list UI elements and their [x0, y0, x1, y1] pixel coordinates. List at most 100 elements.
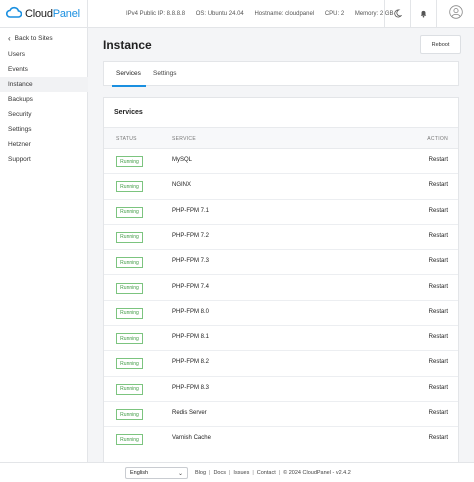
restart-button[interactable]: Restart [429, 435, 448, 441]
sidebar-item-instance[interactable]: Instance [0, 77, 88, 92]
logo-text-panel: Panel [52, 8, 80, 20]
status-badge: Running [116, 282, 143, 294]
page-title: Instance [103, 38, 152, 52]
bell-icon [419, 5, 428, 23]
footer: English ⌄ Blog | Docs | Issues | Contact | © 202… [0, 462, 474, 482]
service-name: PHP-FPM 8.1 [172, 334, 210, 341]
language-select-value: English [130, 470, 149, 476]
column-header-action: ACTION [427, 136, 448, 142]
cloudpanel-logo[interactable]: CloudPanel [6, 5, 80, 23]
status-badge: Running [116, 231, 143, 243]
sidebar-item-label: Events [8, 66, 28, 73]
service-name: Redis Server [172, 410, 207, 416]
restart-button[interactable]: Restart [429, 258, 448, 264]
tab-services[interactable]: Services [116, 70, 141, 77]
reboot-button[interactable]: Reboot [420, 35, 461, 54]
services-table-header: STATUS SERVICE ACTION [104, 127, 458, 149]
service-name: NGINX [172, 182, 192, 189]
service-name: PHP-FPM 8.3 [172, 384, 210, 391]
sidebar-item-events[interactable]: Events [0, 62, 88, 77]
language-select[interactable]: English ⌄ [125, 467, 188, 479]
restart-button[interactable]: Restart [429, 410, 448, 416]
avatar [448, 4, 463, 24]
restart-button[interactable]: Restart [429, 385, 448, 391]
logo-text: CloudPanel [25, 8, 80, 20]
table-row: Running PHP-FPM 7.2 Restart [104, 225, 458, 251]
status-badge: Running [116, 358, 143, 370]
sidebar-item-support[interactable]: Support [0, 152, 88, 167]
restart-button[interactable]: Restart [429, 334, 448, 340]
top-bar: CloudPanel IPv4 Public IP: 8.8.8.8 OS: U… [0, 0, 474, 28]
table-row: Running PHP-FPM 8.2 Restart [104, 351, 458, 377]
service-name: PHP-FPM 7.4 [172, 283, 210, 290]
service-name: PHP-FPM 7.3 [172, 258, 210, 265]
chevron-left-icon: ‹ [8, 34, 11, 43]
status-badge: Running [116, 206, 143, 218]
hostname-info: Hostname: cloudpanel [254, 11, 315, 17]
footer-link-blog[interactable]: Blog [195, 470, 206, 476]
sidebar-item-security[interactable]: Security [0, 107, 88, 122]
sidebar-item-label: Security [8, 111, 32, 118]
user-menu[interactable] [436, 0, 474, 28]
table-row: Running PHP-FPM 7.1 Restart [104, 200, 458, 225]
restart-button[interactable]: Restart [429, 359, 448, 365]
status-badge: Running [116, 307, 143, 319]
column-header-service: SERVICE [172, 136, 196, 142]
service-name: PHP-FPM 8.2 [172, 359, 210, 366]
status-badge: Running [116, 257, 143, 269]
restart-button[interactable]: Restart [429, 284, 448, 290]
cpu-info: CPU: 2 [324, 11, 345, 17]
footer-link-issues[interactable]: Issues [233, 470, 249, 476]
restart-button[interactable]: Restart [429, 157, 448, 163]
sidebar-item-label: Backups [8, 96, 33, 103]
footer-separator: | [228, 470, 231, 476]
table-row: Running NGINX Restart [104, 174, 458, 200]
footer-separator: | [252, 470, 254, 476]
service-name: PHP-FPM 7.1 [172, 207, 210, 214]
cloud-icon [6, 5, 23, 23]
table-row: Running Varnish Cache Restart [104, 427, 458, 452]
notifications-button[interactable] [410, 0, 436, 28]
service-name: Varnish Cache [172, 435, 211, 442]
sidebar-item-label: Support [8, 156, 31, 163]
service-name: PHP-FPM 8.0 [172, 308, 210, 315]
sidebar-item-settings[interactable]: Settings [0, 122, 88, 137]
dark-mode-toggle[interactable] [384, 0, 410, 28]
tab-settings[interactable]: Settings [153, 70, 177, 77]
footer-links: Blog | Docs | Issues | Contact | © 2024 CloudPan… [195, 470, 351, 476]
sidebar-item-hetzner[interactable]: Hetzner [0, 137, 88, 152]
status-badge: Running [116, 156, 143, 167]
status-badge: Running [116, 333, 143, 345]
active-tab-indicator [112, 85, 146, 87]
footer-separator: | [278, 470, 281, 476]
os-info: OS: Ubuntu 24.04 [195, 11, 244, 17]
footer-copyright: © 2024 CloudPanel - v2.4.2 [283, 470, 351, 476]
service-name: PHP-FPM 7.2 [172, 232, 210, 239]
sidebar-item-label: Hetzner [8, 141, 31, 148]
table-row: Running MySQL Restart [104, 149, 458, 175]
service-name: MySQL [172, 157, 193, 163]
table-row: Running PHP-FPM 8.3 Restart [104, 377, 458, 402]
footer-link-docs[interactable]: Docs [213, 470, 226, 476]
sidebar-item-users[interactable]: Users [0, 47, 88, 62]
services-card: Services STATUS SERVICE ACTION Running M… [103, 97, 459, 482]
moon-icon [393, 5, 403, 23]
logo-text-cloud: Cloud [25, 8, 53, 20]
chevron-down-icon: ⌄ [177, 471, 183, 477]
restart-button[interactable]: Restart [429, 233, 448, 239]
table-row: Running PHP-FPM 8.0 Restart [104, 301, 458, 327]
status-badge: Running [116, 181, 143, 193]
table-row: Running PHP-FPM 7.4 Restart [104, 276, 458, 301]
back-to-sites-link[interactable]: ‹ Back to Sites [8, 34, 53, 43]
ipv4-info: IPv4 Public IP: 8.8.8.8 [126, 11, 186, 17]
table-row: Running PHP-FPM 8.1 Restart [104, 326, 458, 352]
sidebar-item-backups[interactable]: Backups [0, 92, 88, 107]
footer-separator: | [209, 470, 211, 476]
column-header-status: STATUS [116, 136, 137, 142]
footer-link-contact[interactable]: Contact [257, 470, 276, 476]
services-card-title: Services [114, 109, 143, 116]
sidebar-item-label: Settings [8, 126, 32, 133]
restart-button[interactable]: Restart [429, 309, 448, 315]
restart-button[interactable]: Restart [429, 208, 448, 214]
restart-button[interactable]: Restart [429, 182, 448, 188]
